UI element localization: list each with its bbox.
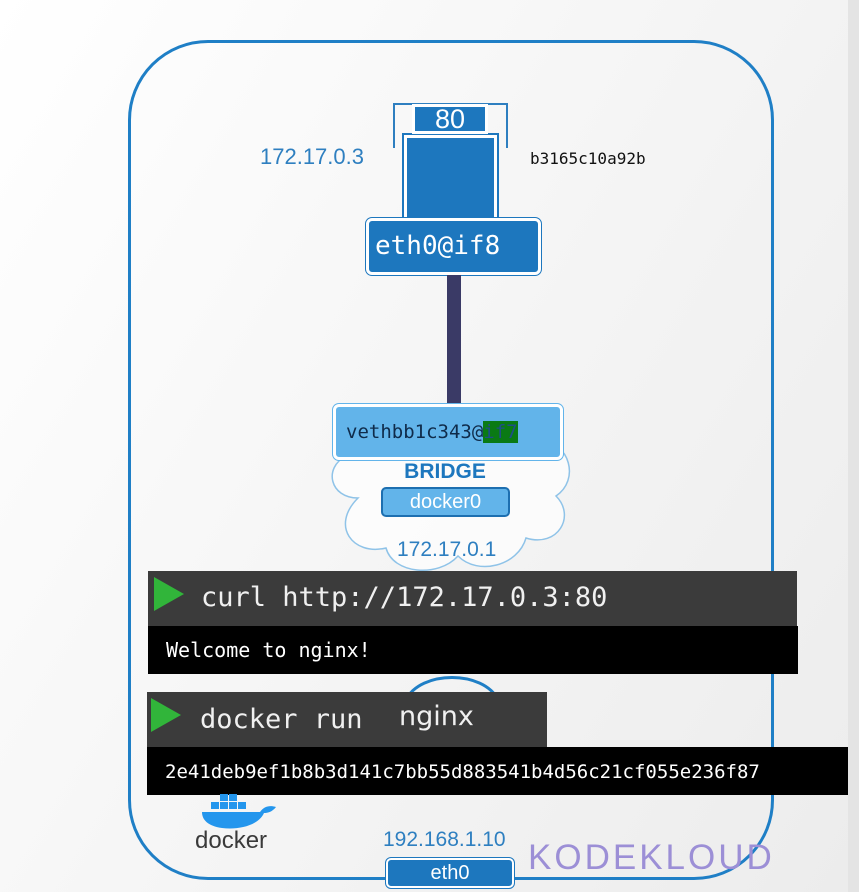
docker-whale-icon [202,794,276,829]
container-port: 80 [412,104,488,134]
host-ip-label: 192.168.1.10 [383,828,506,851]
host-eth0-interface: eth0 [386,858,514,888]
container-eth-interface: eth0@if8 [366,218,541,275]
docker-run-output: 2e41deb9ef1b8b3d141c7bb55d883541b4d56c21… [147,747,848,795]
curl-command-text: curl http://172.17.0.3:80 [201,582,608,613]
play-icon [154,577,184,611]
curl-output: Welcome to nginx! [148,626,798,674]
veth-peer-highlight: if7 [483,421,518,443]
docker-logo-text: docker [195,827,268,854]
curl-output-text: Welcome to nginx! [166,638,371,662]
kodekloud-logo: KODEKLOUD [528,838,775,877]
nginx-container [402,133,499,230]
bridge-veth-interface: vethbb1c343@if7 [333,404,563,460]
docker0-bridge: docker0 [381,487,510,517]
veth-name: vethbb1c343@ [346,421,484,443]
container-hash-text: 2e41deb9ef1b8b3d141c7bb55d883541b4d56c21… [165,761,760,783]
container-id-label: b3165c10a92b [530,149,646,168]
curl-command-bar: curl http://172.17.0.3:80 [148,571,797,626]
veth-pair-link [447,275,461,405]
docker-run-image-name: nginx [399,701,474,732]
right-edge-strip [848,0,859,892]
bridge-label: BRIDGE [404,460,486,483]
docker-run-command-bar: docker run nginx [147,692,547,747]
docker-run-command-text: docker run [200,704,363,735]
bridge-ip-label: 172.17.0.1 [397,538,497,561]
play-icon [151,698,181,732]
container-ip-label: 172.17.0.3 [260,144,364,169]
